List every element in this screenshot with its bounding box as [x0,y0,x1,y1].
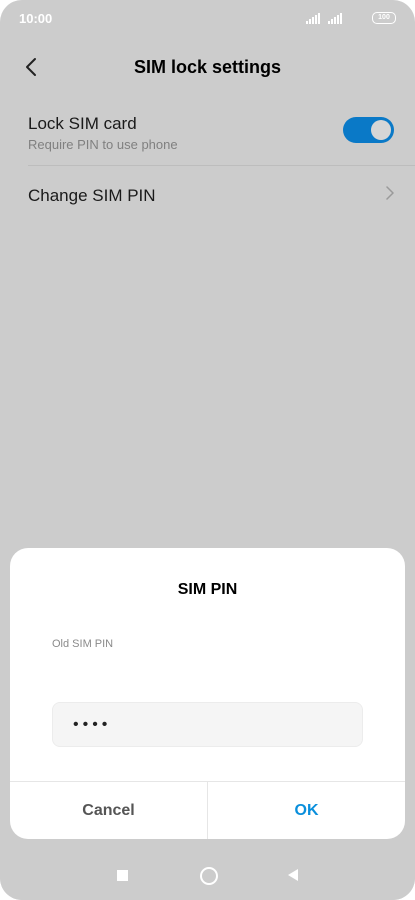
lock-sim-row[interactable]: Lock SIM card Require PIN to use phone [0,98,415,164]
phone-screen: 10:00 100 SIM lock settings Lock SIM car… [0,0,415,900]
signal-bars-icon [306,13,320,24]
status-bar: 10:00 100 [0,0,415,36]
page-title: SIM lock settings [133,57,282,77]
dialog-title: SIM PIN [177,581,238,598]
battery-icon: 100 [372,12,396,24]
chevron-right-icon [386,186,394,200]
signal-bars-icon [328,13,342,24]
square-icon[interactable] [117,870,128,881]
change-sim-pin-title: Change SIM PIN [28,186,156,205]
sim-pin-dialog: SIM PIN Old SIM PIN •••• Cancel OK [10,548,405,839]
toggle-knob [371,120,391,140]
navigation-bar [0,846,415,900]
status-time: 10:00 [19,11,53,26]
triangle-back-icon[interactable] [287,869,299,881]
ok-button[interactable]: OK [208,782,405,839]
old-sim-pin-label: Old SIM PIN [52,638,114,650]
cancel-button[interactable]: Cancel [10,782,207,839]
lock-sim-toggle[interactable] [343,117,394,143]
lock-sim-title: Lock SIM card [28,114,137,133]
circle-icon[interactable] [200,867,218,885]
old-sim-pin-input[interactable]: •••• [52,702,363,747]
lock-sim-subtitle: Require PIN to use phone [28,137,178,152]
header: SIM lock settings [0,36,415,96]
change-sim-pin-row[interactable]: Change SIM PIN [0,166,415,220]
